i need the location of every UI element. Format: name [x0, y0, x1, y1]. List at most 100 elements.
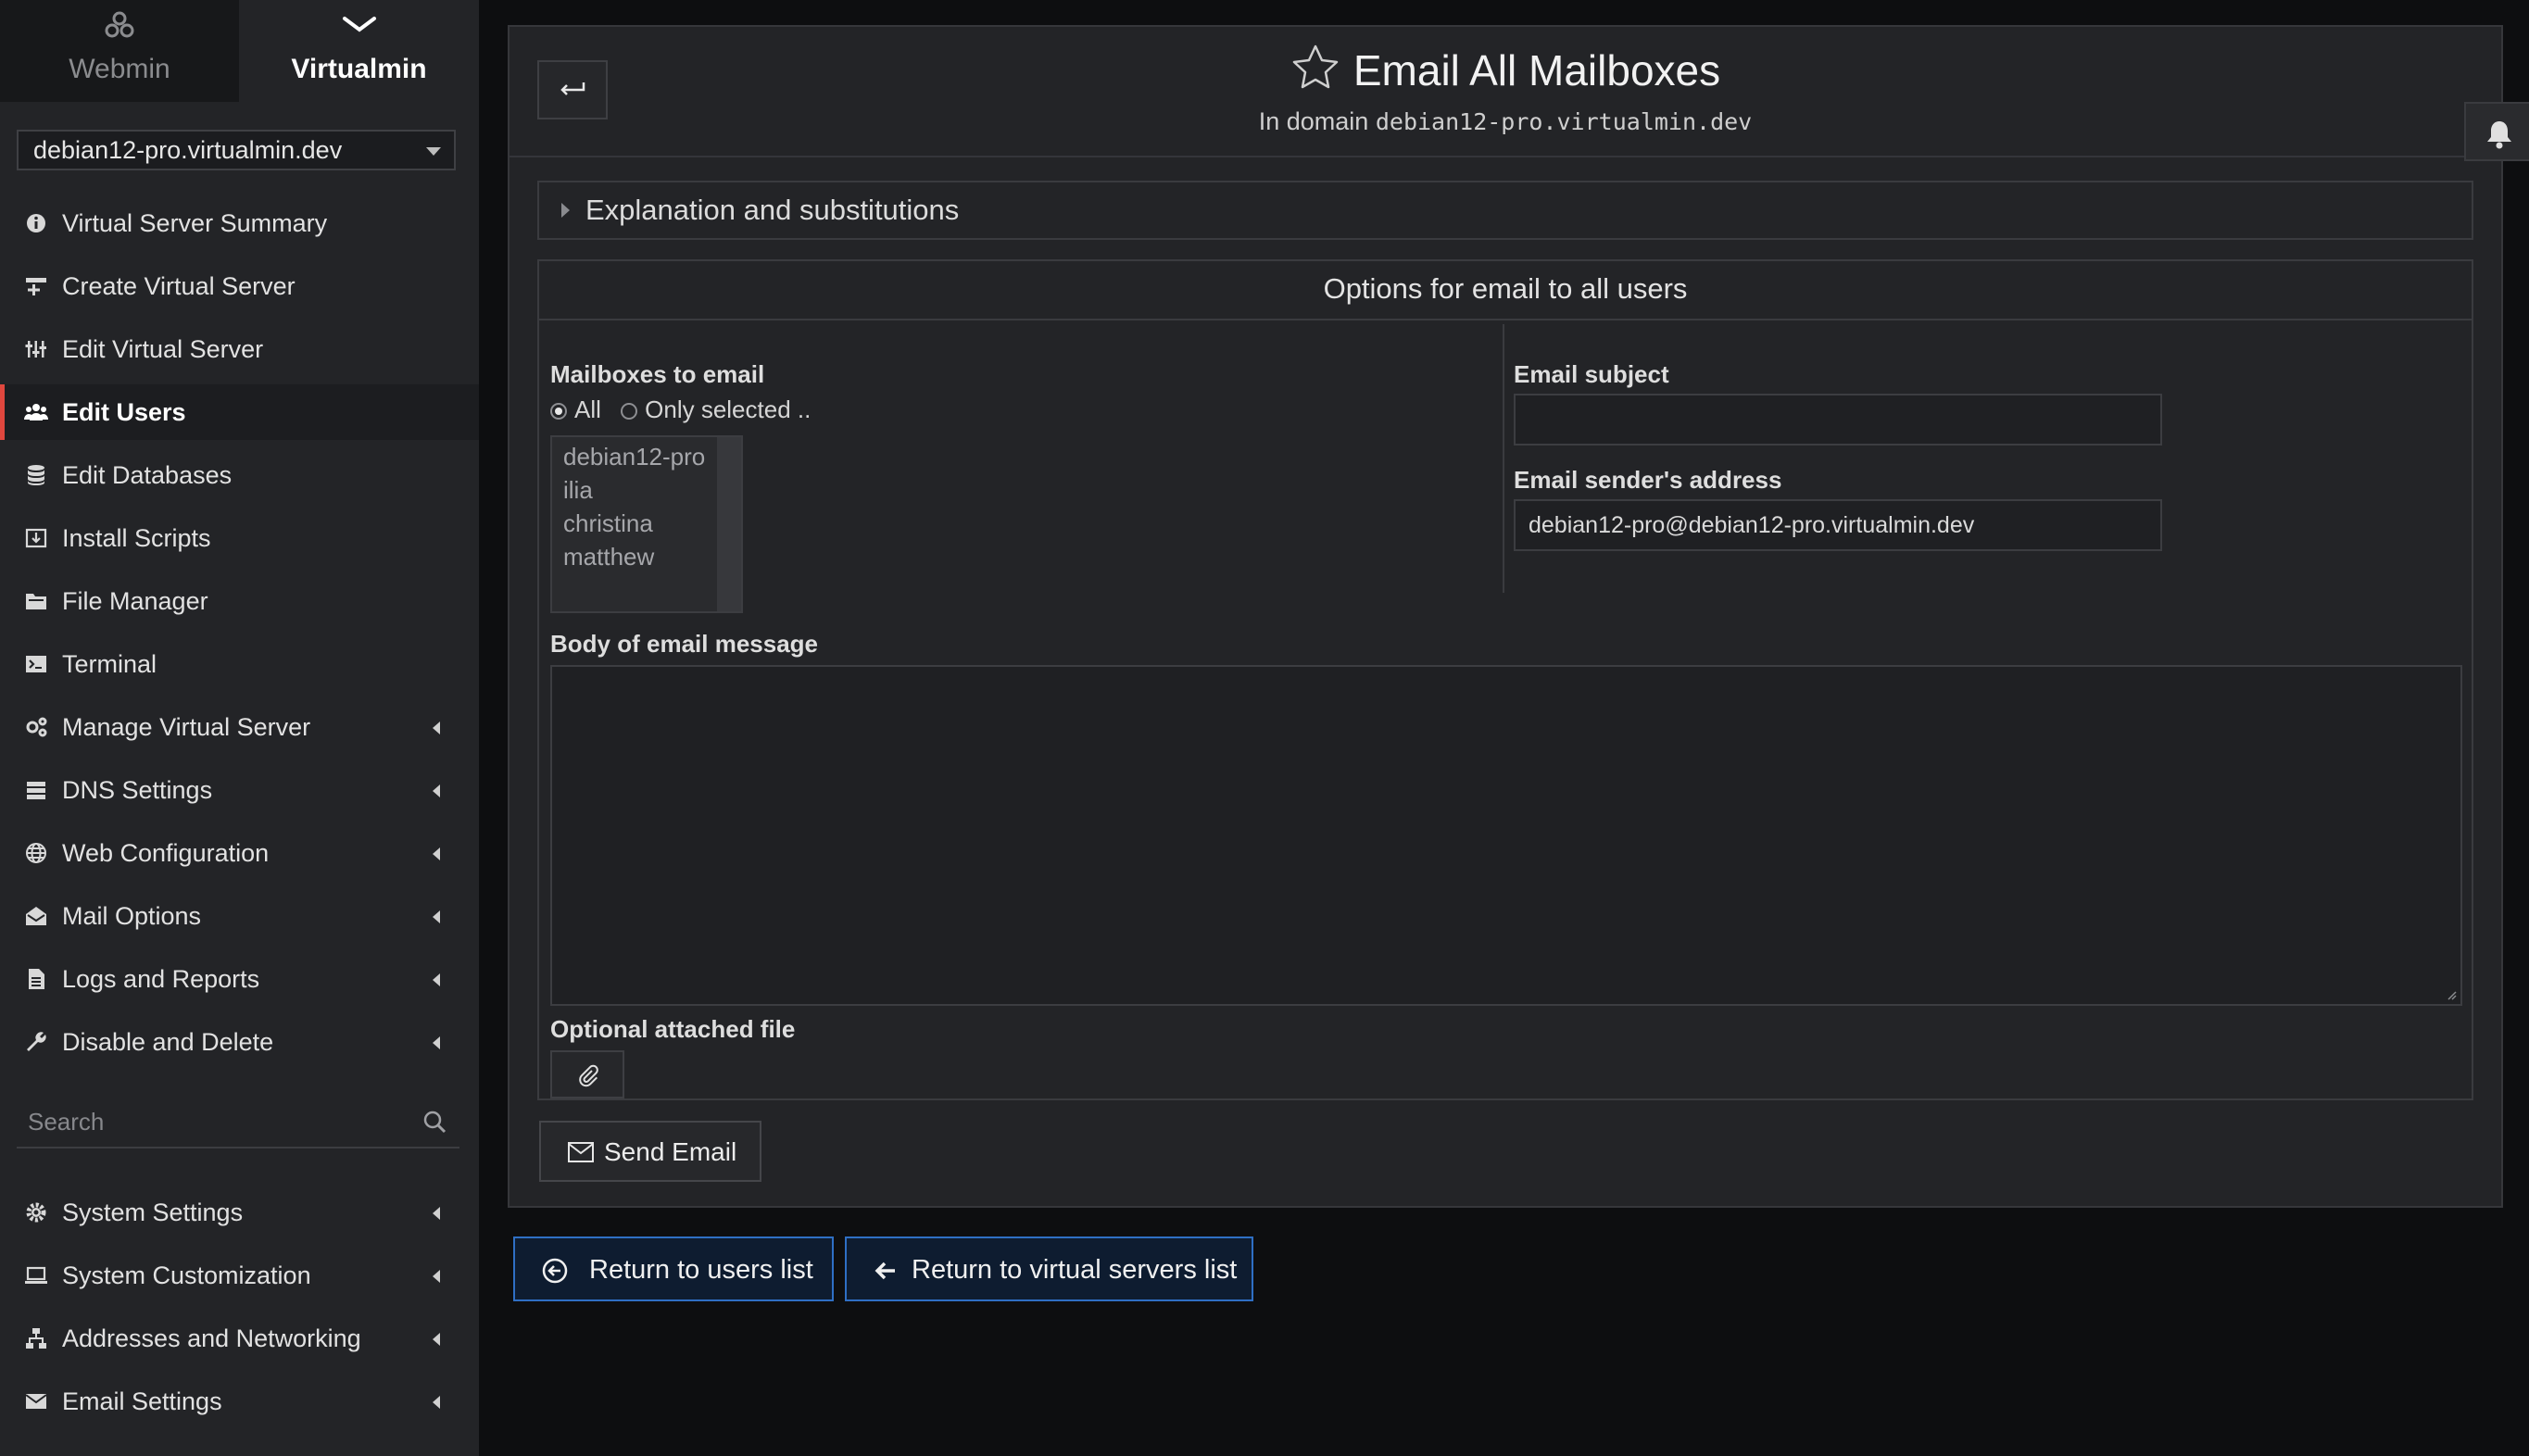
arrow-circle-left-icon: [542, 1258, 568, 1284]
sidebar-item-label: Edit Databases: [62, 461, 233, 489]
radio-all[interactable]: [550, 403, 567, 420]
sidebar-item-edit-databases[interactable]: Edit Databases: [0, 447, 479, 503]
cogs-icon: [24, 715, 48, 739]
return-to-users-label: Return to users list: [589, 1255, 813, 1285]
caret-left-icon: [433, 847, 440, 860]
notifications-button[interactable]: [2464, 102, 2529, 161]
product-switcher: Webmin Virtualmin: [0, 0, 479, 102]
mailbox-radio-group: All Only selected ..: [550, 395, 824, 424]
return-to-users-button[interactable]: Return to users list: [513, 1236, 834, 1301]
attach-file-button[interactable]: [550, 1050, 624, 1098]
return-to-servers-label: Return to virtual servers list: [912, 1255, 1238, 1285]
sidebar-item-label: Mail Options: [62, 902, 202, 930]
body-textarea[interactable]: [550, 665, 2462, 1006]
envelope-open-icon: [24, 904, 48, 928]
page-subtitle: In domain debian12-pro.virtualmin.dev: [510, 107, 2501, 136]
sidebar-item-terminal[interactable]: Terminal: [0, 636, 479, 692]
sidebar-item-addresses-and-networking[interactable]: Addresses and Networking: [0, 1311, 479, 1366]
bell-icon: [2487, 121, 2511, 149]
domain-select[interactable]: debian12-pro.virtualmin.dev: [17, 130, 456, 170]
info-icon: [24, 211, 48, 235]
sidebar-item-file-manager[interactable]: File Manager: [0, 573, 479, 629]
caret-right-icon: [561, 203, 570, 218]
sidebar-item-mail-options[interactable]: Mail Options: [0, 888, 479, 944]
sidebar-item-label: Manage Virtual Server: [62, 713, 311, 741]
sidebar-search[interactable]: Search: [17, 1100, 459, 1148]
tab-virtualmin[interactable]: Virtualmin: [239, 0, 479, 102]
radio-only-selected[interactable]: [621, 403, 638, 420]
return-to-servers-button[interactable]: Return to virtual servers list: [845, 1236, 1253, 1301]
sidebar-item-email-settings[interactable]: Email Settings: [0, 1374, 479, 1429]
sidebar-item-system-settings[interactable]: System Settings: [0, 1185, 479, 1240]
sidebar-item-label: Edit Users: [62, 398, 186, 426]
list-item[interactable]: ilia: [563, 476, 593, 505]
list-item[interactable]: matthew: [563, 543, 654, 571]
paperclip-icon: [579, 1064, 598, 1087]
list-item[interactable]: debian12-pro: [563, 443, 705, 471]
subtitle-prefix: In domain: [1258, 107, 1369, 135]
file-icon: [24, 967, 48, 991]
sidebar-item-label: Web Configuration: [62, 839, 270, 867]
caret-left-icon: [433, 784, 440, 797]
sliders-icon: [24, 337, 48, 361]
star-favorite-icon[interactable]: [1290, 44, 1340, 96]
caret-left-icon: [433, 910, 440, 923]
send-email-label: Send Email: [604, 1137, 737, 1166]
sidebar-item-system-customization[interactable]: System Customization: [0, 1248, 479, 1303]
mailbox-multiselect[interactable]: debian12-pro ilia christina matthew: [550, 435, 743, 613]
sidebar-item-install-scripts[interactable]: Install Scripts: [0, 510, 479, 566]
create-server-icon: [24, 274, 48, 298]
caret-left-icon: [433, 1036, 440, 1049]
subject-input[interactable]: [1514, 394, 2162, 446]
chevron-down-icon: [239, 7, 479, 44]
header-divider: [510, 156, 2501, 157]
tab-webmin[interactable]: Webmin: [0, 0, 239, 102]
sender-label: Email sender's address: [1514, 466, 1782, 494]
sidebar-item-label: System Customization: [62, 1261, 311, 1289]
resize-grip-icon[interactable]: [2446, 989, 2457, 1000]
email-options-section: Options for email to all users Mailboxes…: [537, 259, 2473, 1100]
sidebar-item-label: Edit Virtual Server: [62, 335, 264, 363]
sidebar-item-edit-virtual-server[interactable]: Edit Virtual Server: [0, 321, 479, 377]
sidebar-item-edit-users[interactable]: Edit Users: [0, 384, 479, 440]
list-item[interactable]: christina: [563, 509, 653, 538]
caret-left-icon: [433, 1333, 440, 1346]
sidebar-item-label: Install Scripts: [62, 524, 211, 552]
webmin-logo-icon: [0, 7, 239, 44]
subtitle-domain: debian12-pro.virtualmin.dev: [1375, 108, 1753, 135]
sidebar-item-virtual-server-summary[interactable]: Virtual Server Summary: [0, 195, 479, 251]
listbox-scrollbar[interactable]: [717, 437, 741, 611]
arrow-left-icon: [874, 1261, 895, 1280]
sidebar-item-disable-and-delete[interactable]: Disable and Delete: [0, 1014, 479, 1070]
page-title: Email All Mailboxes: [1353, 45, 1721, 94]
folder-icon: [24, 589, 48, 613]
sidebar-item-label: Virtual Server Summary: [62, 209, 328, 237]
sidebar-item-label: Logs and Reports: [62, 965, 260, 993]
send-email-button[interactable]: Send Email: [539, 1121, 761, 1182]
caret-left-icon: [433, 1396, 440, 1409]
caret-left-icon: [433, 722, 440, 734]
caret-left-icon: [433, 1207, 440, 1220]
sidebar-item-logs-and-reports[interactable]: Logs and Reports: [0, 951, 479, 1007]
radio-only-selected-label: Only selected ..: [645, 395, 812, 423]
sidebar-item-label: Email Settings: [62, 1387, 222, 1415]
caret-left-icon: [433, 1270, 440, 1283]
sidebar-item-web-configuration[interactable]: Web Configuration: [0, 825, 479, 881]
tab-virtualmin-label: Virtualmin: [291, 54, 427, 84]
sender-input[interactable]: debian12-pro@debian12-pro.virtualmin.dev: [1514, 499, 2162, 551]
sidebar-item-create-virtual-server[interactable]: Create Virtual Server: [0, 258, 479, 314]
sidebar-item-manage-virtual-server[interactable]: Manage Virtual Server: [0, 699, 479, 755]
sidebar: Webmin Virtualmin debian12-pro.virtualmi…: [0, 0, 479, 1456]
mailboxes-label: Mailboxes to email: [550, 360, 765, 388]
globe-icon: [24, 841, 48, 865]
explanation-toggle[interactable]: Explanation and substitutions: [537, 181, 2473, 240]
sidebar-item-label: Terminal: [62, 650, 157, 678]
install-icon: [24, 526, 48, 550]
search-input[interactable]: Search: [28, 1108, 104, 1136]
wrench-icon: [24, 1030, 48, 1054]
sidebar-item-label: DNS Settings: [62, 776, 213, 804]
sidebar-item-dns-settings[interactable]: DNS Settings: [0, 762, 479, 818]
sidebar-item-label: System Settings: [62, 1199, 244, 1226]
sidebar-item-label: Addresses and Networking: [62, 1324, 361, 1352]
laptop-icon: [24, 1263, 48, 1287]
